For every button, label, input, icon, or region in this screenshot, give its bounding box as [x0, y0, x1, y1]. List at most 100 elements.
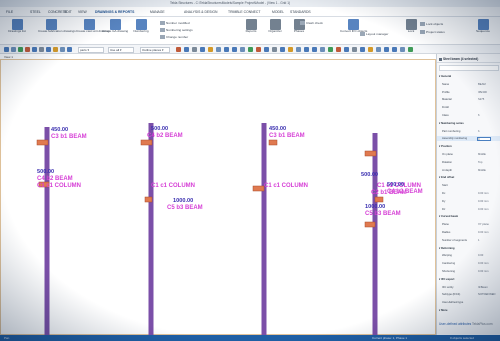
toolbar-tool-3[interactable] — [18, 47, 23, 52]
create-fabrication-drawings-button[interactable]: Create fabrication drawings — [38, 19, 76, 34]
property-row-user-defined-type[interactable]: User-defined type — [437, 300, 500, 305]
model-canvas[interactable]: 450.00C3 b1 BEAM500.00C4 b2 BEAM500.00C4… — [1, 60, 437, 336]
property-value[interactable]: Middle — [478, 168, 486, 173]
section-position[interactable]: ▾ Position — [437, 144, 500, 149]
create-ga-drawing-button[interactable]: Create GA drawing — [102, 19, 128, 34]
select-outline-planes[interactable]: Outline planes ▾ — [140, 46, 170, 53]
beam-8[interactable] — [374, 196, 384, 203]
property-value[interactable]: b — [478, 129, 480, 134]
snap-tool-6[interactable] — [216, 47, 221, 52]
toolbar-tool-7[interactable] — [46, 47, 51, 52]
toolbar-tool-8[interactable] — [53, 47, 58, 52]
panel-search-input[interactable] — [439, 65, 499, 71]
tab-model[interactable]: MODEL — [272, 10, 284, 14]
property-value[interactable]: C — [477, 136, 491, 141]
snap-tool-21[interactable] — [336, 47, 341, 52]
property-row-class[interactable]: Class 6 — [437, 113, 500, 118]
property-value[interactable]: 0.00 mm — [478, 261, 488, 266]
snap-tool-22[interactable] — [344, 47, 349, 52]
snap-tool-15[interactable] — [288, 47, 293, 52]
tab-steel[interactable]: STEEL — [30, 10, 41, 14]
organizer-button[interactable]: Organizer — [262, 19, 288, 34]
property-row-rotation[interactable]: Rotation Top — [437, 160, 500, 165]
status-phase[interactable]: Current phase: 1, Phase 1 — [372, 336, 407, 340]
snap-tool-28[interactable] — [392, 47, 397, 52]
property-row-number-of-segments[interactable]: Number of segments 1 — [437, 238, 500, 243]
select-use-all[interactable]: Use all ▾ — [108, 46, 134, 53]
property-value[interactable]: 0.00 — [478, 253, 483, 258]
property-row-radius[interactable]: Radius 0.00 mm — [437, 230, 500, 235]
property-row-start[interactable]: Start — [437, 183, 500, 188]
property-row-cambering[interactable]: Cambering 0.00 mm — [437, 261, 500, 266]
snap-tool-26[interactable] — [376, 47, 381, 52]
property-value[interactable]: Top — [478, 160, 482, 165]
property-value[interactable]: Middle — [478, 152, 486, 157]
column-4[interactable] — [372, 133, 378, 336]
column-3[interactable] — [261, 123, 267, 336]
project-status-button[interactable]: Project status — [420, 30, 445, 34]
tab-trimble-connect[interactable]: TRIMBLE CONNECT — [228, 10, 260, 14]
drawings-list-button[interactable]: Drawings list — [4, 19, 30, 34]
property-value[interactable]: 0.00 mm — [478, 207, 488, 212]
user-defined-attributes-link[interactable]: User-defined attributes — [439, 322, 471, 326]
property-value[interactable]: 6 — [478, 113, 480, 118]
beam-7[interactable] — [364, 150, 377, 157]
beam-4[interactable] — [144, 196, 153, 203]
snap-tool-16[interactable] — [296, 47, 301, 52]
beam-1[interactable] — [36, 139, 49, 146]
snap-tool-30[interactable] — [408, 47, 413, 52]
property-row-dy[interactable]: Dy 0.00 mm — [437, 199, 500, 204]
snap-tool-23[interactable] — [352, 47, 357, 52]
snap-tool-27[interactable] — [384, 47, 389, 52]
property-row-profile[interactable]: Profile IPE300 — [437, 90, 500, 95]
property-row-part-numbering[interactable]: Part numbering b — [437, 129, 500, 134]
property-value[interactable]: S275 — [478, 97, 484, 102]
property-value[interactable]: IfcBeam — [478, 285, 488, 290]
change-number-button[interactable]: Change number — [160, 35, 188, 39]
snap-tool-20[interactable] — [328, 47, 333, 52]
property-value[interactable]: 1 — [478, 238, 480, 243]
property-row-subtype-ifc4[interactable]: Subtype (IFC4) NOTDEFINED — [437, 292, 500, 297]
property-value[interactable]: BEAM — [478, 82, 486, 87]
snap-tool-17[interactable] — [304, 47, 309, 52]
snap-tool-14[interactable] — [280, 47, 285, 52]
toolbar-tool-5[interactable] — [32, 47, 37, 52]
reports-button[interactable]: Reports — [238, 19, 264, 34]
section-general[interactable]: ▾ General — [437, 74, 500, 79]
tab-manage[interactable]: MANAGE — [150, 10, 165, 14]
snap-tool-18[interactable] — [312, 47, 317, 52]
snap-tool-10[interactable] — [248, 47, 253, 52]
tab-drawings-reports[interactable]: DRAWINGS & REPORTS — [95, 10, 134, 14]
section-curved-beam[interactable]: ▾ Curved beam — [437, 214, 500, 219]
property-row-assembly-numbering[interactable]: Assembly numbering C — [437, 136, 500, 142]
property-value[interactable]: 0.00 mm — [478, 199, 488, 204]
snap-tool-11[interactable] — [256, 47, 261, 52]
toolbar-tool-6[interactable] — [39, 47, 44, 52]
property-value[interactable]: 0.00 mm — [478, 269, 488, 274]
layout-manager-button[interactable]: Layout manager — [360, 32, 388, 36]
property-value[interactable]: 0.00 mm — [478, 230, 488, 235]
tab-analysis-design[interactable]: ANALYSIS & DESIGN — [184, 10, 217, 14]
property-value[interactable]: 0.00 mm — [478, 191, 488, 196]
property-row-dz[interactable]: Dz 0.00 mm — [437, 207, 500, 212]
number-modified-button[interactable]: Number modified — [160, 21, 190, 25]
beam-6[interactable] — [268, 139, 278, 146]
snap-tool-1[interactable] — [176, 47, 181, 52]
beam-9[interactable] — [364, 221, 376, 228]
property-value[interactable]: IPE300 — [478, 90, 487, 95]
create-cast-unit-drawing-button[interactable]: Create cast unit drawing — [76, 19, 109, 34]
section-deforming[interactable]: ▾ Deforming — [437, 246, 500, 251]
property-value[interactable]: XY plane — [478, 222, 489, 227]
beam-3[interactable] — [140, 139, 153, 146]
property-row-at-depth[interactable]: At depth Middle — [437, 168, 500, 173]
property-row-shortening[interactable]: Shortening 0.00 mm — [437, 269, 500, 274]
lock-objects-button[interactable]: Lock objects — [420, 22, 443, 26]
snap-tool-4[interactable] — [200, 47, 205, 52]
snap-tool-9[interactable] — [240, 47, 245, 52]
snap-tool-2[interactable] — [184, 47, 189, 52]
section-ifc-export[interactable]: ▾ IFC export — [437, 277, 500, 282]
snap-tool-13[interactable] — [272, 47, 277, 52]
model-viewport[interactable]: 450.00 C3 b1 BEAM 500.00 C4 b2 BEAM 500.00 C4… — [0, 59, 437, 336]
property-row-dx[interactable]: Dx 0.00 mm — [437, 191, 500, 196]
column-2[interactable] — [148, 123, 154, 336]
